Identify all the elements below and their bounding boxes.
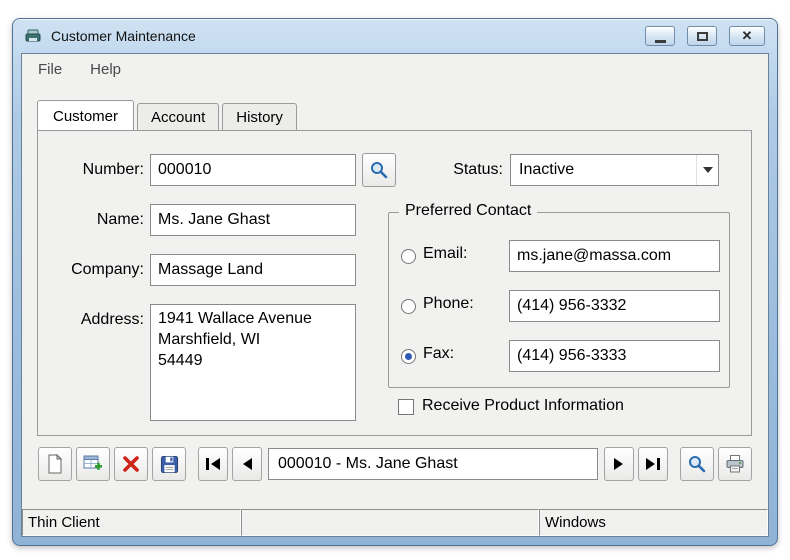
number-search-button[interactable] [362, 153, 396, 187]
menu-file[interactable]: File [34, 59, 66, 80]
company-label: Company: [71, 261, 144, 278]
minimize-button[interactable] [645, 26, 675, 46]
first-record-button[interactable] [198, 447, 228, 481]
fax-label: Fax: [423, 345, 455, 362]
tab-history[interactable]: History [222, 103, 297, 130]
print-button[interactable] [718, 447, 752, 481]
preferred-contact-group: Preferred Contact Email: Phone: Fax: [388, 202, 730, 388]
previous-record-button[interactable] [232, 447, 262, 481]
last-record-button[interactable] [638, 447, 668, 481]
tabstrip: Customer Account History [37, 99, 300, 130]
new-record-button[interactable] [38, 447, 72, 481]
add-record-button[interactable] [76, 447, 110, 481]
record-toolbar [38, 446, 752, 482]
search-icon [369, 160, 389, 180]
phone-input[interactable] [509, 290, 720, 322]
fax-input[interactable] [509, 340, 720, 372]
email-label: Email: [423, 245, 468, 262]
dropdown-arrow-zone [696, 155, 718, 185]
app-icon [25, 28, 43, 44]
new-document-icon [46, 454, 64, 474]
window-title: Customer Maintenance [51, 28, 196, 44]
menubar: File Help [22, 54, 768, 84]
phone-radio[interactable] [401, 299, 416, 314]
number-input[interactable] [150, 154, 356, 186]
number-label: Number: [82, 161, 144, 178]
phone-label: Phone: [423, 295, 474, 312]
close-button[interactable]: ✕ [729, 26, 765, 46]
previous-record-icon [241, 457, 253, 471]
fax-radio[interactable] [401, 349, 416, 364]
receive-product-checkbox[interactable] [398, 399, 414, 415]
address-label: Address: [80, 311, 144, 328]
delete-record-button[interactable] [114, 447, 148, 481]
tab-account[interactable]: Account [137, 103, 220, 130]
statusbar-right: Windows [539, 509, 768, 536]
company-input[interactable] [150, 254, 356, 286]
status-value: Inactive [519, 161, 575, 178]
menu-help[interactable]: Help [86, 59, 125, 80]
client-area: File Help Customer Account History Numbe… [21, 53, 769, 537]
table-plus-icon [83, 454, 103, 474]
close-icon: ✕ [741, 28, 753, 43]
titlebar[interactable]: Customer Maintenance ✕ [13, 19, 777, 53]
save-record-button[interactable] [152, 447, 186, 481]
customer-tab-panel: Number: Status: Inactive Name: Company: [37, 130, 752, 436]
receive-product-label: Receive Product Information [422, 397, 624, 414]
record-navigator-display[interactable] [268, 448, 598, 480]
delete-x-icon [122, 455, 140, 473]
email-radio[interactable] [401, 249, 416, 264]
statusbar-middle [241, 509, 539, 536]
maximize-button[interactable] [687, 26, 717, 46]
email-input[interactable] [509, 240, 720, 272]
name-label: Name: [96, 211, 144, 228]
save-disk-icon [160, 455, 179, 474]
first-record-icon [205, 457, 221, 471]
preferred-contact-legend: Preferred Contact [399, 202, 538, 220]
status-dropdown[interactable]: Inactive [510, 154, 719, 186]
next-record-button[interactable] [604, 447, 634, 481]
maximize-icon [696, 31, 708, 41]
statusbar-left: Thin Client [22, 509, 241, 536]
printer-icon [725, 454, 745, 474]
search-icon [687, 454, 707, 474]
status-label: Status: [453, 161, 503, 178]
app-window: Customer Maintenance ✕ File Help Custome… [12, 18, 778, 546]
chevron-down-icon [702, 167, 713, 173]
search-records-button[interactable] [680, 447, 714, 481]
minimize-icon [654, 39, 666, 43]
statusbar: Thin Client Windows [22, 509, 768, 536]
next-record-icon [613, 457, 625, 471]
last-record-icon [645, 457, 661, 471]
address-input[interactable] [150, 304, 356, 421]
tab-customer[interactable]: Customer [37, 100, 135, 130]
name-input[interactable] [150, 204, 356, 236]
